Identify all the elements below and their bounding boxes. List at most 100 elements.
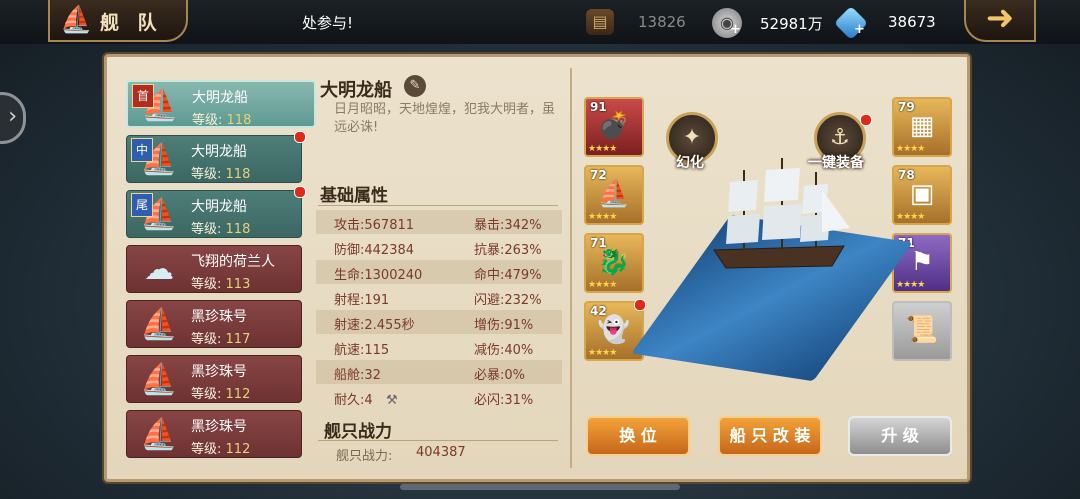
transform-label[interactable]: 幻化	[676, 152, 704, 172]
attribute-value: 必暴:0%	[474, 368, 526, 383]
divider	[318, 205, 558, 206]
equipment-slot[interactable]: 91 💣 ★★★★	[584, 97, 644, 157]
attribute-value: 命中:479%	[474, 268, 542, 283]
swap-position-button[interactable]: 换 位	[586, 416, 690, 456]
attribute-value: 船舱:32	[334, 368, 381, 383]
modify-ship-button[interactable]: 船 只 改 装	[718, 416, 822, 456]
attribute-value: 攻击:567811	[334, 218, 415, 233]
fleet-ship-name: 黑珍珠号	[191, 309, 247, 325]
fleet-ship-item[interactable]: ⛵ 黑珍珠号 等级: 112	[126, 355, 302, 403]
add-silver-icon[interactable]: +	[730, 22, 741, 37]
star-rating-icon: ★★★★	[588, 280, 617, 290]
plank-icon: ▦	[909, 111, 935, 141]
notification-dot	[860, 114, 872, 126]
scrolling-notice: 处参与!	[302, 14, 354, 32]
star-rating-icon: ★★★★	[588, 348, 617, 358]
rename-pencil-icon[interactable]: ✎	[404, 75, 426, 97]
figurehead-icon: 🐉	[597, 247, 631, 277]
ship-thumbnail-icon: ⛵	[140, 362, 178, 397]
divider	[318, 440, 558, 441]
fleet-ship-icon: ⛵	[60, 5, 93, 35]
ship-thumbnail-icon: ⛵	[140, 417, 178, 452]
back-arrow-icon[interactable]: ➜	[964, 0, 1036, 42]
fleet-ship-name: 黑珍珠号	[191, 419, 247, 435]
attribute-value: 耐久:4	[334, 393, 373, 408]
level-label: 等级:	[192, 113, 223, 128]
notification-dot	[294, 131, 306, 143]
chest-count: 13826	[638, 13, 686, 31]
level-value: 112	[225, 442, 251, 457]
fleet-ship-level: 等级: 112	[191, 438, 250, 457]
equipment-slot[interactable]: 78 ▣ ★★★★	[892, 165, 952, 225]
equipment-slot[interactable]: 72 ⛵ ★★★★	[584, 165, 644, 225]
repair-hammer-icon[interactable]: ⚒	[386, 393, 398, 408]
attribute-value: 抗暴:263%	[474, 243, 542, 258]
coin-chest-icon: ▤	[586, 9, 614, 35]
fleet-ship-item[interactable]: ☁ 飞翔的荷兰人 等级: 113	[126, 245, 302, 293]
page-title: 舰 队	[100, 12, 163, 34]
attribute-row: 射速:2.455秒 增伤:91%	[316, 310, 562, 334]
attribute-value: 增伤:91%	[474, 318, 534, 333]
level-label: 等级:	[191, 332, 222, 347]
attribute-value: 航速:115	[334, 343, 390, 358]
attribute-value: 暴击:342%	[474, 218, 542, 233]
fleet-ship-name: 大明龙船	[191, 199, 247, 215]
fleet-ship-item[interactable]: ⛵ 中大明龙船 等级: 118	[126, 131, 306, 183]
ship-power-label: 舰只战力:	[336, 449, 393, 464]
level-label: 等级:	[191, 442, 222, 457]
add-diamond-icon[interactable]: +	[854, 22, 865, 37]
home-indicator	[400, 484, 680, 490]
equipment-slot[interactable]: 71 🐉 ★★★★	[584, 233, 644, 293]
star-rating-icon: ★★★★	[588, 212, 617, 222]
level-value: 113	[225, 277, 251, 292]
star-rating-icon: ★★★★	[896, 212, 925, 222]
attribute-value: 闪避:232%	[474, 293, 542, 308]
fleet-ship-item[interactable]: ⛵ 尾大明龙船 等级: 118	[126, 186, 306, 238]
ship-name: 大明龙船	[320, 80, 392, 101]
fleet-ship-level: 等级: 118	[191, 218, 250, 237]
level-label: 等级:	[191, 222, 222, 237]
attribute-row: 生命:1300240 命中:479%	[316, 260, 562, 284]
fleet-ship-level: 等级: 113	[191, 273, 250, 292]
fleet-ship-name: 飞翔的荷兰人	[191, 254, 275, 270]
scroll-icon: 📜	[905, 315, 939, 345]
ghost-figurehead-icon: 👻	[597, 315, 631, 345]
level-value: 118	[226, 113, 252, 128]
equipment-slot[interactable]: 79 ▦ ★★★★	[892, 97, 952, 157]
attribute-row: 船舱:32 必暴:0%	[316, 360, 562, 384]
fleet-ship-item[interactable]: ⛵ 黑珍珠号等级: 117	[126, 300, 302, 348]
panel-divider	[570, 68, 572, 468]
ship-thumbnail-icon: ⛵	[140, 307, 178, 342]
diamond-count: 38673	[888, 13, 936, 31]
fleet-ship-name: 大明龙船	[191, 144, 247, 160]
fleet-ship-level: 等级: 112	[191, 383, 250, 402]
equipment-slot[interactable]: 📜	[892, 301, 952, 361]
level-value: 118	[225, 167, 251, 182]
ghost-ship-icon: ☁	[144, 252, 174, 287]
level-value: 117	[225, 332, 251, 347]
notification-dot	[294, 186, 306, 198]
upgrade-button[interactable]: 升 级	[848, 416, 952, 456]
fleet-ship-item[interactable]: ⛵ 首大明龙船 等级: 118	[126, 80, 316, 128]
attribute-value: 防御:442384	[334, 243, 415, 258]
attribute-row: 耐久:4 必闪:31%	[316, 385, 562, 409]
fleet-ship-level: 等级: 118	[191, 163, 250, 182]
ship-power-value: 404387	[416, 445, 466, 460]
fleet-ship-level: 等级: 117	[191, 328, 250, 347]
position-badge: 中	[131, 138, 153, 162]
one-key-equip-label[interactable]: 一键装备	[808, 152, 864, 172]
star-rating-icon: ★★★★	[896, 144, 925, 154]
level-label: 等级:	[191, 167, 222, 182]
attribute-value: 减伤:40%	[474, 343, 534, 358]
attribute-row: 攻击:567811 暴击:342%	[316, 210, 562, 234]
level-label: 等级:	[191, 277, 222, 292]
attribute-row: 射程:191 闪避:232%	[316, 285, 562, 309]
position-badge: 首	[132, 84, 154, 108]
star-rating-icon: ★★★★	[896, 280, 925, 290]
attribute-value: 射速:2.455秒	[334, 318, 415, 333]
cannon-icon: 💣	[597, 111, 631, 141]
attribute-value: 射程:191	[334, 293, 390, 308]
level-label: 等级:	[191, 387, 222, 402]
fleet-ship-item[interactable]: ⛵ 黑珍珠号等级: 112	[126, 410, 302, 458]
side-menu-chevron-icon[interactable]: ›	[0, 92, 26, 144]
